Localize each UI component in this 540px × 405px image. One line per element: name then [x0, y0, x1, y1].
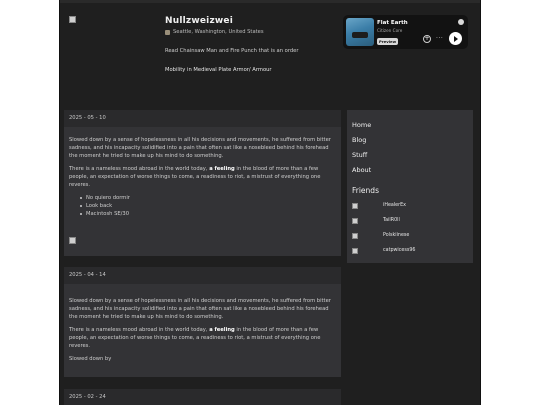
feeling-link[interactable]: a feeling: [209, 327, 235, 333]
profile-name: Nullzweizwei: [165, 16, 233, 26]
post-list: No quiero dormir Look back Macintosh SE/…: [80, 194, 335, 218]
profile-avatar: [69, 16, 76, 23]
friend-name[interactable]: iHealerEx: [383, 203, 406, 208]
friends-heading: Friends: [352, 186, 379, 195]
friend-item[interactable]: TailR0ll: [352, 213, 468, 228]
post-paragraph: Slowed down by a sense of hopelessness i…: [69, 137, 331, 159]
post-paragraph: There is a nameless mood abroad in the w…: [69, 165, 335, 189]
add-icon[interactable]: +: [423, 35, 431, 43]
post-date: 2025 - 02 - 24: [64, 389, 341, 405]
more-options-icon[interactable]: ···: [436, 35, 443, 42]
blog-post: 2025 - 05 - 10 Slowed down by a sense of…: [64, 110, 341, 256]
post-paragraph: Slowed down by a sense of hopelessness i…: [69, 298, 331, 320]
top-stripe: [60, 0, 480, 3]
list-item: Macintosh SE/30: [80, 210, 335, 218]
nav-about[interactable]: About: [352, 163, 468, 178]
nav-home[interactable]: Home: [352, 118, 468, 133]
album-art: [346, 18, 374, 46]
location-text: Seattle, Washington, United States: [173, 29, 264, 35]
list-item: No quiero dormir: [80, 194, 335, 202]
friend-item[interactable]: Polskiinese: [352, 228, 468, 243]
nav-blog[interactable]: Blog: [352, 133, 468, 148]
friend-avatar[interactable]: [352, 232, 358, 239]
blog-post: 2025 - 04 - 14 Slowed down by a sense of…: [64, 267, 341, 377]
friend-avatar[interactable]: [352, 217, 358, 224]
friend-avatar[interactable]: [352, 247, 358, 254]
bio-line-1: Read Chainsaw Man and Fire Punch that is…: [165, 48, 299, 54]
friend-name[interactable]: catpwicess96: [383, 248, 415, 253]
post-body: Slowed down by a sense of hopelessness i…: [69, 297, 335, 368]
text-span: There is a nameless mood abroad in the w…: [69, 327, 210, 333]
post-image: [69, 237, 76, 244]
friend-name[interactable]: Polskiinese: [383, 233, 409, 238]
profile-location: Seattle, Washington, United States: [165, 29, 264, 35]
blog-post: 2025 - 02 - 24: [64, 389, 341, 405]
feeling-link[interactable]: a feeling: [209, 166, 235, 172]
bio-line-2: Mobility in Medieval Plate Armor/ Armour: [165, 67, 272, 73]
list-item: Look back: [80, 202, 335, 210]
text-span: There is a nameless mood abroad in the w…: [69, 166, 210, 172]
house-icon: [165, 29, 170, 35]
track-title[interactable]: Flat Earth: [377, 20, 408, 26]
friend-avatar[interactable]: [352, 202, 358, 209]
now-playing-widget[interactable]: Flat Earth Citizen Core Preview + ···: [343, 15, 468, 49]
sidebar: Home Blog Stuff About Friends iHealerEx …: [347, 110, 473, 263]
post-date: 2025 - 05 - 10: [64, 110, 341, 127]
nav-stuff[interactable]: Stuff: [352, 148, 468, 163]
friend-item[interactable]: iHealerEx: [352, 198, 468, 213]
spotify-logo-icon[interactable]: [458, 19, 464, 25]
friend-item[interactable]: catpwicess96: [352, 243, 468, 258]
friend-name[interactable]: TailR0ll: [383, 218, 400, 223]
post-date: 2025 - 04 - 14: [64, 267, 341, 284]
play-button[interactable]: [449, 32, 462, 45]
track-artist[interactable]: Citizen Core: [377, 28, 402, 33]
post-paragraph: There is a nameless mood abroad in the w…: [69, 326, 335, 350]
post-body: Slowed down by a sense of hopelessness i…: [69, 136, 335, 223]
preview-badge: Preview: [377, 38, 399, 45]
post-paragraph: Slowed down by: [69, 356, 112, 362]
